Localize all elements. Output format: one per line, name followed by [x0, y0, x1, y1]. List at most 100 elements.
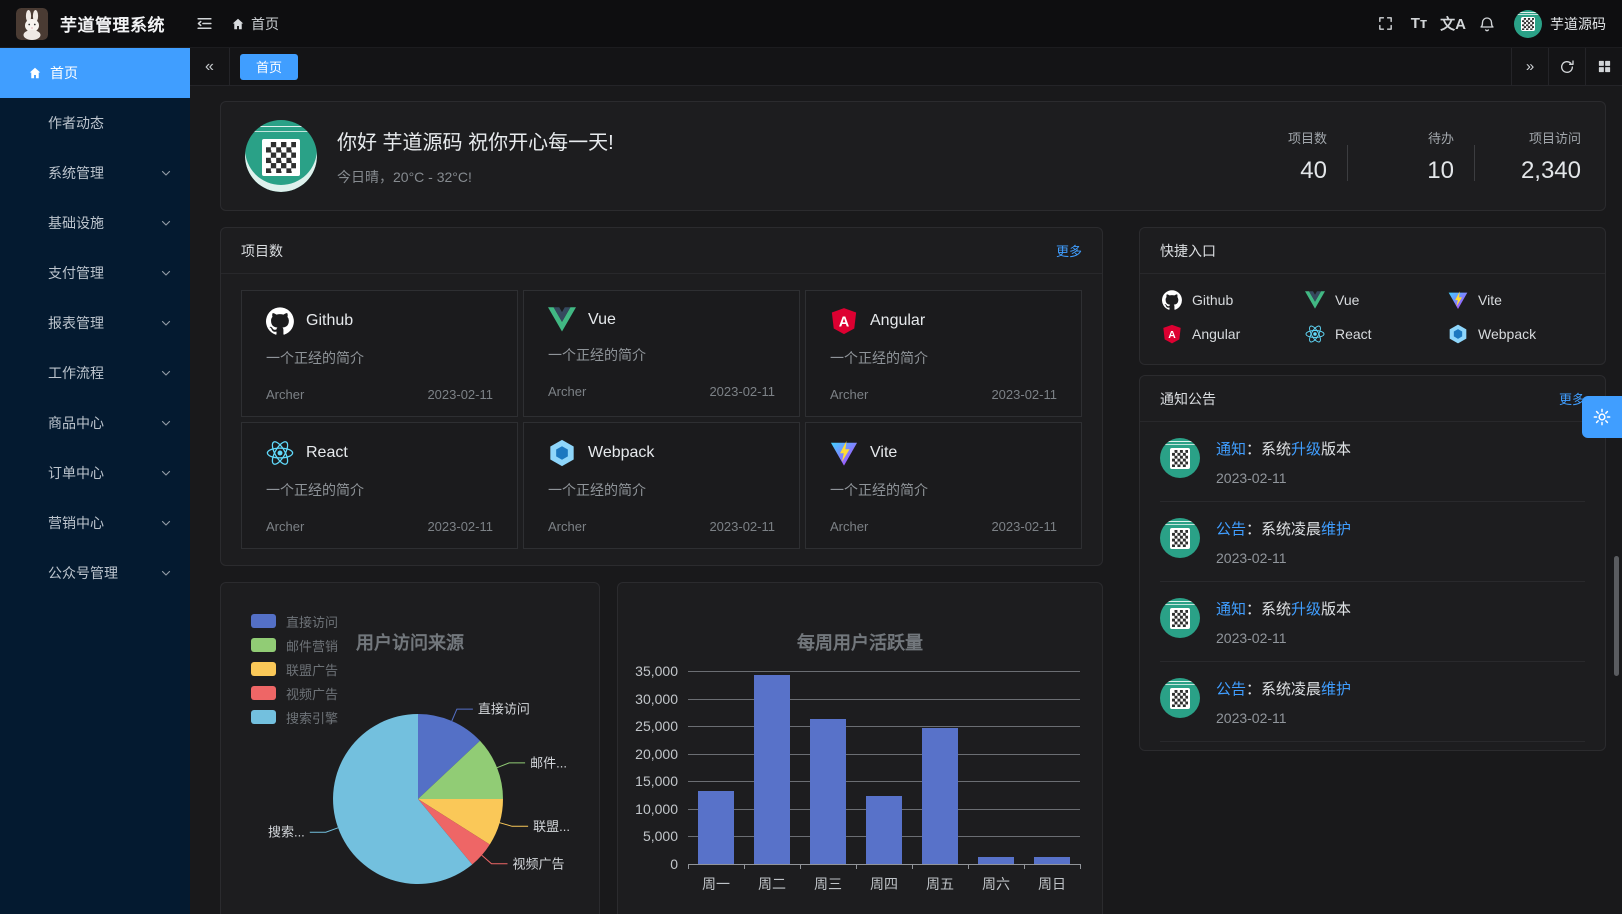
sidebar-item-home[interactable]: 首页: [0, 48, 190, 98]
project-card-vite[interactable]: Vite一个正经的简介Archer2023-02-11: [805, 422, 1082, 549]
project-date: 2023-02-11: [991, 519, 1057, 534]
notice-item[interactable]: 公告：系统凌晨维护2023-02-11: [1160, 662, 1585, 742]
project-author: Archer: [266, 387, 304, 402]
shortcut-angular[interactable]: AAngular: [1162, 324, 1297, 344]
notification-bell-icon[interactable]: [1470, 0, 1504, 48]
shortcut-label: Vue: [1335, 292, 1359, 308]
project-name: Github: [306, 312, 353, 330]
sidebar-item-order[interactable]: 订单中心: [0, 448, 190, 498]
sidebar-item-mp[interactable]: 公众号管理: [0, 548, 190, 598]
sidebar-item-label: 工作流程: [48, 363, 104, 383]
app-title: 芋道管理系统: [60, 11, 165, 36]
bar-周日[interactable]: [1034, 857, 1070, 864]
tabs-scroll-right-icon[interactable]: »: [1511, 48, 1548, 86]
vue-icon: [548, 307, 576, 332]
shortcut-vite[interactable]: Vite: [1448, 290, 1583, 310]
project-card-vue[interactable]: Vue 一个正经的简介 Archer2023-02-11: [523, 290, 800, 417]
sidebar-item-system[interactable]: 系统管理: [0, 148, 190, 198]
x-axis-tick-mark: [968, 864, 969, 869]
bar-gridline: [688, 754, 1080, 755]
bar-周六[interactable]: [978, 857, 1014, 864]
shortcuts-card: 快捷入口 GithubVueViteAAngularReactWebpack: [1139, 227, 1606, 365]
y-axis-tick-label: 20,000: [635, 746, 678, 762]
angular-icon: A: [830, 307, 858, 335]
bar-chart[interactable]: 05,00010,00015,00020,00025,00030,00035,0…: [688, 671, 1080, 864]
page-scrollbar[interactable]: [1614, 556, 1619, 676]
notice-title-segment: 公告: [1216, 521, 1246, 538]
sidebar-item-product[interactable]: 商品中心: [0, 398, 190, 448]
notice-item[interactable]: 公告：系统凌晨维护2023-02-11: [1160, 502, 1585, 582]
projects-grid: Github一个正经的简介Archer2023-02-11 Vue 一个正经的简介 A…: [221, 274, 1102, 565]
x-axis-category-label: 周四: [870, 874, 898, 894]
user-menu[interactable]: 芋道源码: [1514, 10, 1606, 38]
sidebar-item-infra[interactable]: 基础设施: [0, 198, 190, 248]
sidebar-item-marketing[interactable]: 营销中心: [0, 498, 190, 548]
project-footer: Archer2023-02-11: [548, 384, 775, 399]
x-axis-tick-mark: [744, 864, 745, 869]
x-axis-tick-mark: [688, 864, 689, 869]
pie-chart[interactable]: 直接访问邮件...联盟...视频广告搜索...: [221, 583, 600, 914]
project-card-webpack[interactable]: Webpack一个正经的简介Archer2023-02-11: [523, 422, 800, 549]
chevron-down-icon: [160, 417, 172, 429]
projects-card: 项目数 更多 Github一个正经的简介Archer2023-02-11 Vue 一…: [220, 227, 1103, 566]
language-icon[interactable]: 文A: [1436, 0, 1470, 48]
x-axis-category-label: 周六: [982, 874, 1010, 894]
notice-item[interactable]: 通知：系统升级版本 2023-02-11: [1160, 422, 1585, 502]
shortcut-webpack[interactable]: Webpack: [1448, 324, 1583, 344]
menu-fold-icon[interactable]: [187, 0, 221, 48]
notice-avatar: [1160, 598, 1200, 638]
bar-周四[interactable]: [866, 796, 902, 864]
notices-card: 通知公告 更多 通知：系统升级版本2023-02-11公告：系统凌晨维护2023…: [1139, 375, 1606, 751]
stat-block: 项目数40: [1241, 128, 1327, 185]
user-avatar: [1514, 10, 1542, 38]
sidebar-item-label: 公众号管理: [48, 563, 118, 583]
bar-周二[interactable]: [754, 675, 790, 864]
project-card-angular[interactable]: AAngular一个正经的简介Archer2023-02-11: [805, 290, 1082, 417]
tabs-scroll-left-icon[interactable]: «: [190, 48, 230, 86]
settings-gear-button[interactable]: [1582, 396, 1622, 438]
app-logo[interactable]: [16, 8, 48, 40]
font-size-icon[interactable]: Tт: [1402, 0, 1436, 48]
notice-date: 2023-02-11: [1216, 630, 1351, 646]
bar-周五[interactable]: [922, 728, 958, 864]
shortcut-github[interactable]: Github: [1162, 290, 1297, 310]
notice-content: 公告：系统凌晨维护2023-02-11: [1216, 678, 1351, 726]
tab-首页[interactable]: 首页: [240, 54, 298, 80]
x-axis-category-label: 周五: [926, 874, 954, 894]
notice-title: 通知：系统升级版本: [1216, 438, 1351, 459]
breadcrumb[interactable]: 首页: [231, 14, 279, 34]
react-icon: [1305, 324, 1325, 344]
sidebar-item-author[interactable]: 作者动态: [0, 98, 190, 148]
sidebar-item-pay[interactable]: 支付管理: [0, 248, 190, 298]
notice-title-segment: ：系统: [1246, 601, 1291, 618]
sidebar-item-workflow[interactable]: 工作流程: [0, 348, 190, 398]
shortcut-react[interactable]: React: [1305, 324, 1440, 344]
layout-grid-icon[interactable]: [1585, 48, 1622, 86]
notice-title-segment: 版本: [1321, 601, 1351, 618]
project-footer: Archer2023-02-11: [548, 519, 775, 534]
refresh-icon[interactable]: [1548, 48, 1585, 86]
stat-label: 项目数: [1241, 128, 1327, 147]
notice-date: 2023-02-11: [1216, 710, 1351, 726]
main-area: « 首页 » 你好 芋道源码 祝你开心每一天!: [190, 48, 1622, 914]
notice-title-segment: 公告: [1216, 681, 1246, 698]
pie-label-line: [310, 828, 338, 832]
project-card-react[interactable]: React一个正经的简介Archer2023-02-11: [241, 422, 518, 549]
sidebar-item-report[interactable]: 报表管理: [0, 298, 190, 348]
projects-more-link[interactable]: 更多: [1056, 241, 1082, 260]
x-axis-category-label: 周三: [814, 874, 842, 894]
project-card-header: React: [266, 439, 493, 467]
x-axis-category-label: 周一: [702, 874, 730, 894]
x-axis-category-label: 周二: [758, 874, 786, 894]
projects-card-title: 项目数: [241, 241, 283, 261]
bar-周一[interactable]: [698, 791, 734, 864]
project-description: 一个正经的简介: [548, 345, 775, 365]
bar-周三[interactable]: [810, 719, 846, 864]
pie-slice-label: 联盟...: [533, 819, 570, 834]
notice-date: 2023-02-11: [1216, 470, 1351, 486]
shortcut-vue[interactable]: Vue: [1305, 290, 1440, 310]
notice-item[interactable]: 通知：系统升级版本2023-02-11: [1160, 582, 1585, 662]
project-name: Vue: [588, 311, 616, 329]
project-card-github[interactable]: Github一个正经的简介Archer2023-02-11: [241, 290, 518, 417]
fullscreen-icon[interactable]: [1368, 0, 1402, 48]
